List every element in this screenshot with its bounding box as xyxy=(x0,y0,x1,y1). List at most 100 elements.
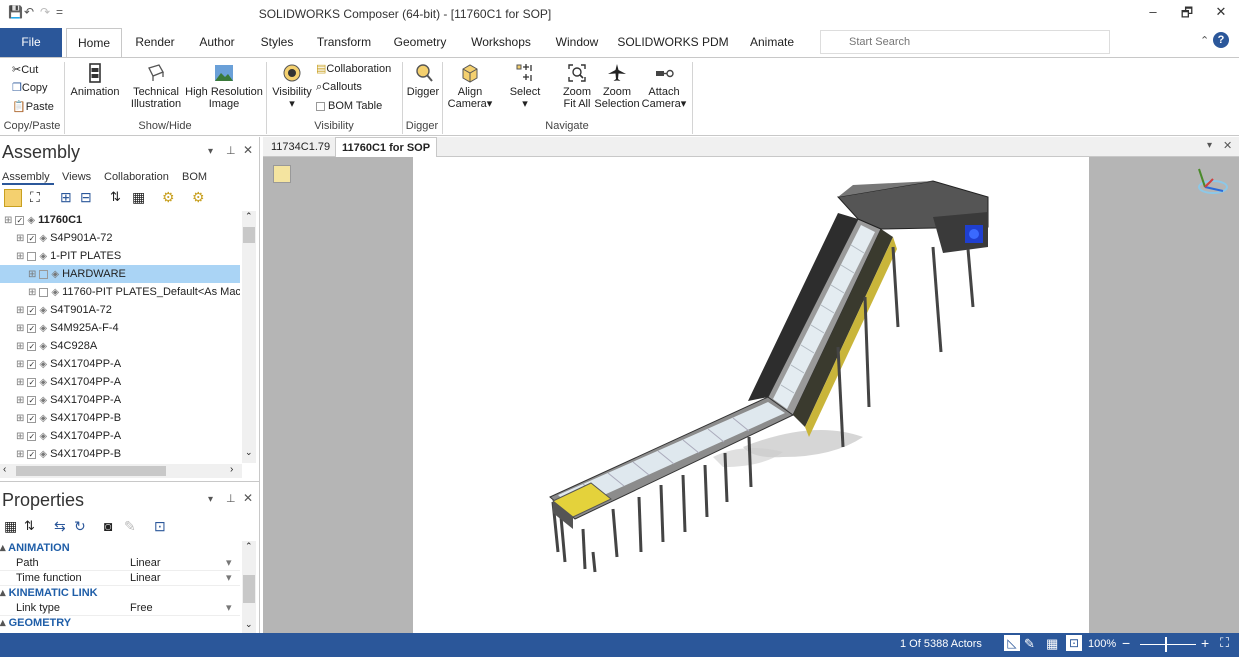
collapse-ribbon-icon[interactable]: ⌃ xyxy=(1200,34,1209,47)
visibility-checkbox[interactable]: ✓ xyxy=(27,323,37,333)
visibility-checkbox[interactable]: ✓ xyxy=(27,449,37,459)
property-section-header[interactable]: ▴ ANIMATION xyxy=(0,541,240,556)
tab-transform[interactable]: Transform xyxy=(312,28,376,57)
close-button[interactable]: ✕ xyxy=(1206,4,1236,20)
panel-menu-icon[interactable]: ▾ xyxy=(208,146,213,157)
callouts-button[interactable]: ⌕Callouts xyxy=(316,78,362,96)
doc-tab-11760c1[interactable]: 11760C1 for SOP xyxy=(335,137,438,157)
scroll-right-icon[interactable]: › xyxy=(230,464,233,475)
sort-alpha-icon[interactable]: ⇅ xyxy=(24,518,35,534)
scroll-down-icon[interactable]: ⌄ xyxy=(245,619,253,630)
conveyor-model[interactable] xyxy=(413,157,1089,633)
hscroll-thumb[interactable] xyxy=(16,466,166,476)
property-row[interactable]: Time function Linear ▾ xyxy=(0,571,240,586)
tab-list-icon[interactable]: ▾ xyxy=(1207,140,1212,151)
visibility-checkbox[interactable] xyxy=(39,287,49,297)
high-resolution-image-button[interactable]: High Resolution Image xyxy=(184,62,264,110)
close-panel-icon[interactable]: ✕ xyxy=(243,491,253,505)
zoom-selection-button[interactable]: Zoom Selection xyxy=(594,62,640,110)
doc-tab-11734c1[interactable]: 11734C1.79 xyxy=(265,137,336,157)
expand-toggle-icon[interactable]: ⊞ xyxy=(16,341,24,352)
grid-icon[interactable]: ▦ xyxy=(1046,636,1058,652)
subtab-views[interactable]: Views xyxy=(62,171,91,183)
pin-icon[interactable]: ⊥ xyxy=(226,144,236,157)
visibility-button[interactable]: Visibility ▾ xyxy=(270,62,314,110)
tab-animate[interactable]: Animate xyxy=(742,28,802,57)
sort-icon[interactable]: ⇅ xyxy=(110,189,121,205)
link-icon[interactable]: ⇆ xyxy=(54,518,66,535)
pin-icon[interactable]: ⊥ xyxy=(226,492,236,505)
scroll-up-icon[interactable]: ⌃ xyxy=(245,211,253,222)
visibility-checkbox[interactable] xyxy=(27,251,37,261)
tab-author[interactable]: Author xyxy=(192,28,242,57)
3d-viewport[interactable] xyxy=(263,157,1239,633)
property-section-header[interactable]: ▴ KINEMATIC LINK xyxy=(0,586,240,601)
scroll-left-icon[interactable]: ‹ xyxy=(3,464,6,475)
refresh-icon[interactable]: ↻ xyxy=(74,518,86,535)
tab-window[interactable]: Window xyxy=(548,28,606,57)
ruler-icon[interactable]: ◺ xyxy=(1004,635,1020,651)
property-row[interactable]: Link type Free ▾ xyxy=(0,601,240,616)
tree-row[interactable]: ⊞ ✓ ◈ S4C928A xyxy=(0,337,240,355)
tree-row[interactable]: ⊞ ✓ ◈ S4X1704PP-B xyxy=(0,445,240,463)
tab-home[interactable]: Home xyxy=(66,28,122,58)
scene-canvas[interactable] xyxy=(413,157,1089,633)
expand-icon[interactable]: ⊞ xyxy=(60,189,72,206)
fullscreen-icon[interactable]: ⛶ xyxy=(1220,635,1229,651)
subtab-collaboration[interactable]: Collaboration xyxy=(104,171,169,183)
property-row[interactable]: Path Linear ▾ xyxy=(0,556,240,571)
tree-row[interactable]: ⊞ ✓ ◈ S4X1704PP-A xyxy=(0,427,240,445)
table-icon[interactable]: ▦ xyxy=(132,189,145,206)
paint-icon[interactable]: ✎ xyxy=(1024,636,1035,652)
tab-solidworks-pdm[interactable]: SOLIDWORKS PDM xyxy=(614,28,732,57)
panel-menu-icon[interactable]: ▾ xyxy=(208,494,213,505)
expand-toggle-icon[interactable]: ⊞ xyxy=(16,395,24,406)
expand-toggle-icon[interactable]: ⊞ xyxy=(28,269,36,280)
tab-geometry[interactable]: Geometry xyxy=(388,28,452,57)
visibility-checkbox[interactable]: ✓ xyxy=(27,413,37,423)
cut-button[interactable]: ✂Cut xyxy=(12,61,38,79)
copy-button[interactable]: ❐Copy xyxy=(12,79,48,97)
dropdown-arrow-icon[interactable]: ▾ xyxy=(226,571,232,586)
zoom-slider-track[interactable] xyxy=(1140,644,1196,645)
subtab-bom[interactable]: BOM xyxy=(182,171,207,183)
expand-toggle-icon[interactable]: ⊞ xyxy=(28,287,36,298)
digger-button[interactable]: Digger xyxy=(404,62,442,98)
scroll-thumb[interactable] xyxy=(243,227,255,243)
expand-toggle-icon[interactable]: ⊞ xyxy=(16,323,24,334)
expand-toggle-icon[interactable]: ⊞ xyxy=(16,377,24,388)
dropdown-arrow-icon[interactable]: ▾ xyxy=(226,601,232,616)
align-camera-button[interactable]: Align Camera▾ xyxy=(444,62,496,110)
expand-toggle-icon[interactable]: ⊞ xyxy=(16,413,24,424)
tab-render[interactable]: Render xyxy=(130,28,180,57)
export-icon[interactable]: ⊡ xyxy=(154,518,166,535)
subtab-assembly[interactable]: Assembly xyxy=(2,171,54,185)
scroll-up-icon[interactable]: ⌃ xyxy=(245,541,253,552)
tree-scrollbar[interactable]: ⌃ ⌄ xyxy=(242,211,256,463)
visibility-checkbox[interactable]: ✓ xyxy=(27,305,37,315)
tree-row[interactable]: ⊞ ✓ ◈ S4X1704PP-A xyxy=(0,391,240,409)
tree-row[interactable]: ⊞ ◈ HARDWARE xyxy=(0,265,240,283)
scroll-thumb[interactable] xyxy=(243,575,255,603)
brush-icon[interactable]: ✎ xyxy=(124,518,136,535)
collapse-section-icon[interactable]: ▴ xyxy=(0,587,9,599)
tree-row[interactable]: ⊞ ✓ ◈ S4X1704PP-A xyxy=(0,373,240,391)
expand-toggle-icon[interactable]: ⊞ xyxy=(16,431,24,442)
visibility-checkbox[interactable]: ✓ xyxy=(27,431,37,441)
collapse-icon[interactable]: ⊟ xyxy=(80,189,92,206)
zoom-in-button[interactable]: + xyxy=(1201,635,1209,651)
visibility-checkbox[interactable]: ✓ xyxy=(27,377,37,387)
expand-toggle-icon[interactable]: ⊞ xyxy=(16,359,24,370)
visibility-checkbox[interactable]: ✓ xyxy=(27,359,37,369)
tab-file[interactable]: File xyxy=(0,28,62,57)
select-mode-icon[interactable] xyxy=(4,189,22,207)
minimize-button[interactable]: – xyxy=(1138,4,1168,19)
visibility-checkbox[interactable]: ✓ xyxy=(27,341,37,351)
attach-camera-button[interactable]: Attach Camera▾ xyxy=(640,62,688,110)
property-section-header[interactable]: ▴ GEOMETRY xyxy=(0,616,240,631)
camera-icon[interactable]: ◙ xyxy=(104,518,112,534)
tree-row[interactable]: ⊞ ✓ ◈ S4X1704PP-A xyxy=(0,355,240,373)
bom-table-button[interactable]: BOM Table xyxy=(316,97,382,115)
tree-row[interactable]: ⊞ ✓ ◈ S4X1704PP-B xyxy=(0,409,240,427)
restore-button[interactable]: 🗗 xyxy=(1172,4,1202,26)
